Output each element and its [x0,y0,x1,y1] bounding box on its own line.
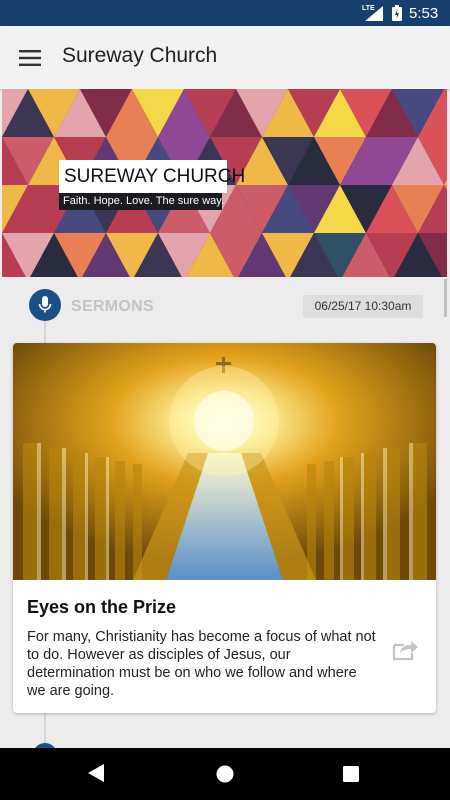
scrollbar[interactable] [444,279,447,317]
recents-icon[interactable] [343,766,359,782]
share-icon[interactable] [390,633,422,665]
app-bar: Sureway Church [0,26,450,89]
app-title: Sureway Church [62,44,218,67]
sermon-image [13,343,436,580]
banner-title: SUREWAY CHURCH [64,166,246,187]
feed[interactable]: SERMONS 06/25/17 10:30am Eyes on the Pri… [0,277,450,748]
sermon-card[interactable]: Eyes on the Prize For many, Christianity… [13,343,436,713]
home-icon[interactable] [216,765,234,783]
church-banner: SUREWAY CHURCH Faith. Hope. Love. The su… [2,89,447,277]
sermon-description: For many, Christianity has become a focu… [27,629,376,699]
post-date: 06/25/17 10:30am [303,295,423,318]
sermon-title[interactable]: Eyes on the Prize [27,597,176,618]
status-bar: LTE 5:53 [0,0,450,26]
banner-title-box: SUREWAY CHURCH [59,160,245,193]
battery-icon [392,5,402,21]
hamburger-menu-icon[interactable] [14,42,46,74]
banner-tagline-box: Faith. Hope. Love. The sure way. [59,193,225,210]
back-icon[interactable] [86,762,106,784]
microphone-icon [29,289,61,321]
signal-icon [365,6,383,21]
category-label: SERMONS [71,298,154,315]
clock: 5:53 [409,5,439,22]
system-nav-bar [0,748,450,800]
banner-tagline: Faith. Hope. Love. The sure way. [63,195,225,207]
